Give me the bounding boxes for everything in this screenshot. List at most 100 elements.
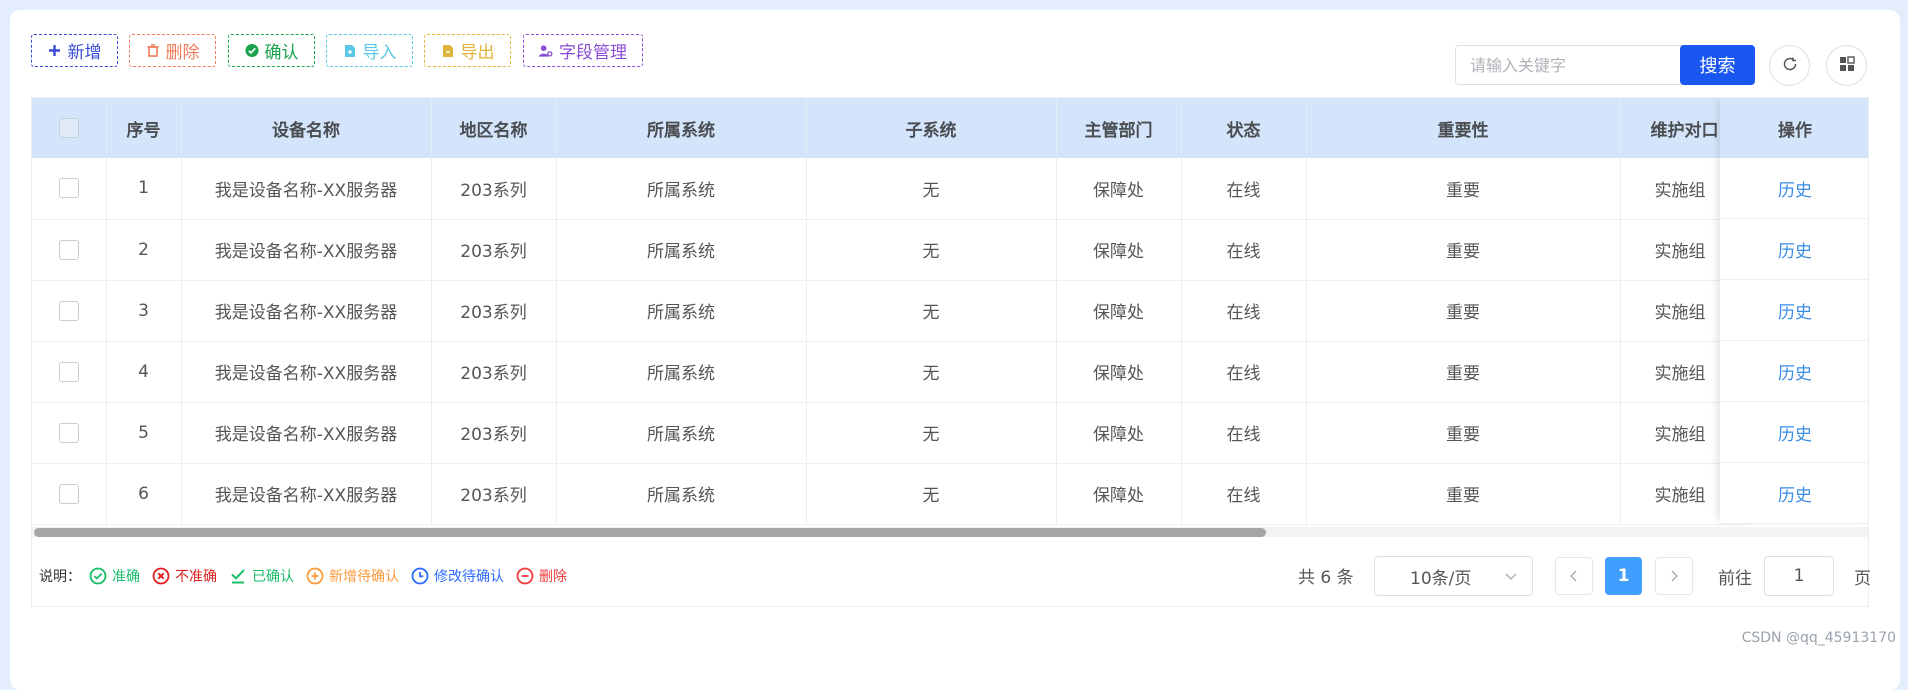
grid-icon: [1839, 55, 1855, 76]
row-select-cell: [32, 158, 107, 220]
col-header-status[interactable]: 状态: [1181, 98, 1307, 158]
device-name: 我是设备名称-XX服务器: [181, 158, 432, 220]
search-input[interactable]: [1455, 45, 1683, 85]
legend-item-modify-pending: 修改待确认: [411, 566, 504, 586]
chevron-down-icon: [1504, 568, 1518, 588]
horizontal-scrollbar-thumb[interactable]: [34, 528, 1266, 537]
region-name: 203系列: [431, 158, 557, 220]
row-checkbox[interactable]: [58, 178, 79, 199]
dept-name: 保障处: [1056, 463, 1182, 525]
legend-label: 说明：: [39, 569, 81, 585]
col-header-subsystem[interactable]: 子系统: [806, 98, 1057, 158]
device-name: 我是设备名称-XX服务器: [181, 219, 432, 281]
refresh-button[interactable]: [1769, 45, 1810, 86]
importance-text: 重要: [1306, 402, 1621, 464]
subsystem-name: 无: [806, 219, 1057, 281]
export-button[interactable]: 导出: [424, 34, 511, 67]
search-button[interactable]: 搜索: [1680, 45, 1755, 85]
x-circle-icon: [152, 567, 170, 585]
legend-text: 已确认: [252, 569, 294, 585]
system-name: 所属系统: [556, 402, 807, 464]
history-link[interactable]: 历史: [1720, 402, 1868, 463]
row-checkbox[interactable]: [58, 483, 79, 504]
subsystem-name: 无: [806, 158, 1057, 220]
page-size-select[interactable]: 10条/页: [1374, 556, 1533, 596]
region-name: 203系列: [431, 402, 557, 464]
col-header-importance[interactable]: 重要性: [1306, 98, 1621, 158]
delete-button[interactable]: 删除: [129, 34, 216, 67]
table-row[interactable]: 5 我是设备名称-XX服务器 203系列 所属系统无保障处 在线 重要 实施组: [32, 402, 1751, 464]
column-settings-button[interactable]: [1826, 45, 1867, 86]
subsystem-name: 无: [806, 463, 1057, 525]
importance-text: 重要: [1306, 280, 1621, 342]
col-header-name[interactable]: 设备名称: [181, 98, 432, 158]
history-link[interactable]: 历史: [1720, 219, 1868, 280]
table-row[interactable]: 3 我是设备名称-XX服务器 203系列 所属系统无保障处 在线 重要 实施组: [32, 280, 1751, 342]
table-row[interactable]: 1 我是设备名称-XX服务器 203系列 所属系统无保障处 在线 重要 实施组: [32, 158, 1751, 220]
history-link[interactable]: 历史: [1720, 463, 1868, 524]
next-page-button[interactable]: [1655, 557, 1693, 595]
add-button[interactable]: 新增: [31, 34, 118, 67]
col-header-dept[interactable]: 主管部门: [1056, 98, 1182, 158]
history-link[interactable]: 历史: [1720, 158, 1868, 219]
device-name: 我是设备名称-XX服务器: [181, 402, 432, 464]
goto-page-input[interactable]: [1764, 556, 1834, 596]
row-select-cell: [32, 219, 107, 281]
import-button[interactable]: 导入: [326, 34, 413, 67]
legend-text: 新增待确认: [329, 569, 399, 585]
select-all-checkbox[interactable]: [58, 118, 79, 138]
status-text: 在线: [1181, 280, 1307, 342]
row-checkbox[interactable]: [58, 361, 79, 382]
history-link[interactable]: 历史: [1720, 280, 1868, 341]
legend-text: 不准确: [175, 569, 217, 585]
importance-text: 重要: [1306, 158, 1621, 220]
col-header-no[interactable]: 序号: [106, 98, 182, 158]
device-table: 序号 设备名称 地区名称 所属系统 子系统 主管部门 状态 重要性 维护对口 1…: [31, 97, 1869, 607]
status-legend: 说明： 准确 不准确 已确认 新增待确认 修改待确认 删除: [39, 566, 579, 586]
page-number-current[interactable]: 1: [1605, 557, 1642, 595]
row-no: 2: [106, 219, 182, 281]
row-checkbox[interactable]: [58, 239, 79, 260]
legend-item-accurate: 准确: [89, 566, 140, 586]
dept-name: 保障处: [1056, 158, 1182, 220]
col-header-region[interactable]: 地区名称: [431, 98, 557, 158]
row-checkbox[interactable]: [58, 300, 79, 321]
col-header-operation: 操作: [1720, 98, 1868, 158]
row-select-cell: [32, 341, 107, 403]
dept-name: 保障处: [1056, 341, 1182, 403]
table-row[interactable]: 4 我是设备名称-XX服务器 203系列 所属系统无保障处 在线 重要 实施组: [32, 341, 1751, 403]
device-name: 我是设备名称-XX服务器: [181, 463, 432, 525]
chevron-right-icon: [1669, 567, 1679, 586]
legend-item-deleted: 删除: [516, 566, 567, 586]
check-circle-icon: [89, 567, 107, 585]
plus-circle-icon: [306, 567, 324, 585]
table-row[interactable]: 2 我是设备名称-XX服务器 203系列 所属系统无保障处 在线 重要 实施组: [32, 219, 1751, 281]
system-name: 所属系统: [556, 280, 807, 342]
row-select-cell: [32, 402, 107, 464]
check-underline-icon: [229, 567, 247, 585]
col-header-system[interactable]: 所属系统: [556, 98, 807, 158]
system-name: 所属系统: [556, 158, 807, 220]
file-import-icon: [343, 44, 357, 58]
confirm-button-label: 确认: [264, 43, 299, 63]
row-no: 4: [106, 341, 182, 403]
device-name: 我是设备名称-XX服务器: [181, 341, 432, 403]
history-link[interactable]: 历史: [1720, 341, 1868, 402]
legend-text: 删除: [539, 569, 567, 585]
legend-item-add-pending: 新增待确认: [306, 566, 399, 586]
subsystem-name: 无: [806, 280, 1057, 342]
import-button-label: 导入: [362, 43, 397, 63]
table-row[interactable]: 6 我是设备名称-XX服务器 203系列 所属系统无保障处 在线 重要 实施组: [32, 463, 1751, 525]
confirm-button[interactable]: 确认: [228, 34, 315, 67]
field-manage-button[interactable]: 字段管理: [523, 34, 643, 67]
importance-text: 重要: [1306, 463, 1621, 525]
minus-circle-icon: [516, 567, 534, 585]
dept-name: 保障处: [1056, 280, 1182, 342]
refresh-icon: [1782, 56, 1798, 76]
prev-page-button[interactable]: [1555, 557, 1593, 595]
row-checkbox[interactable]: [58, 422, 79, 443]
device-name: 我是设备名称-XX服务器: [181, 280, 432, 342]
add-button-label: 新增: [67, 43, 102, 63]
check-circle-icon: [244, 43, 259, 58]
subsystem-name: 无: [806, 341, 1057, 403]
